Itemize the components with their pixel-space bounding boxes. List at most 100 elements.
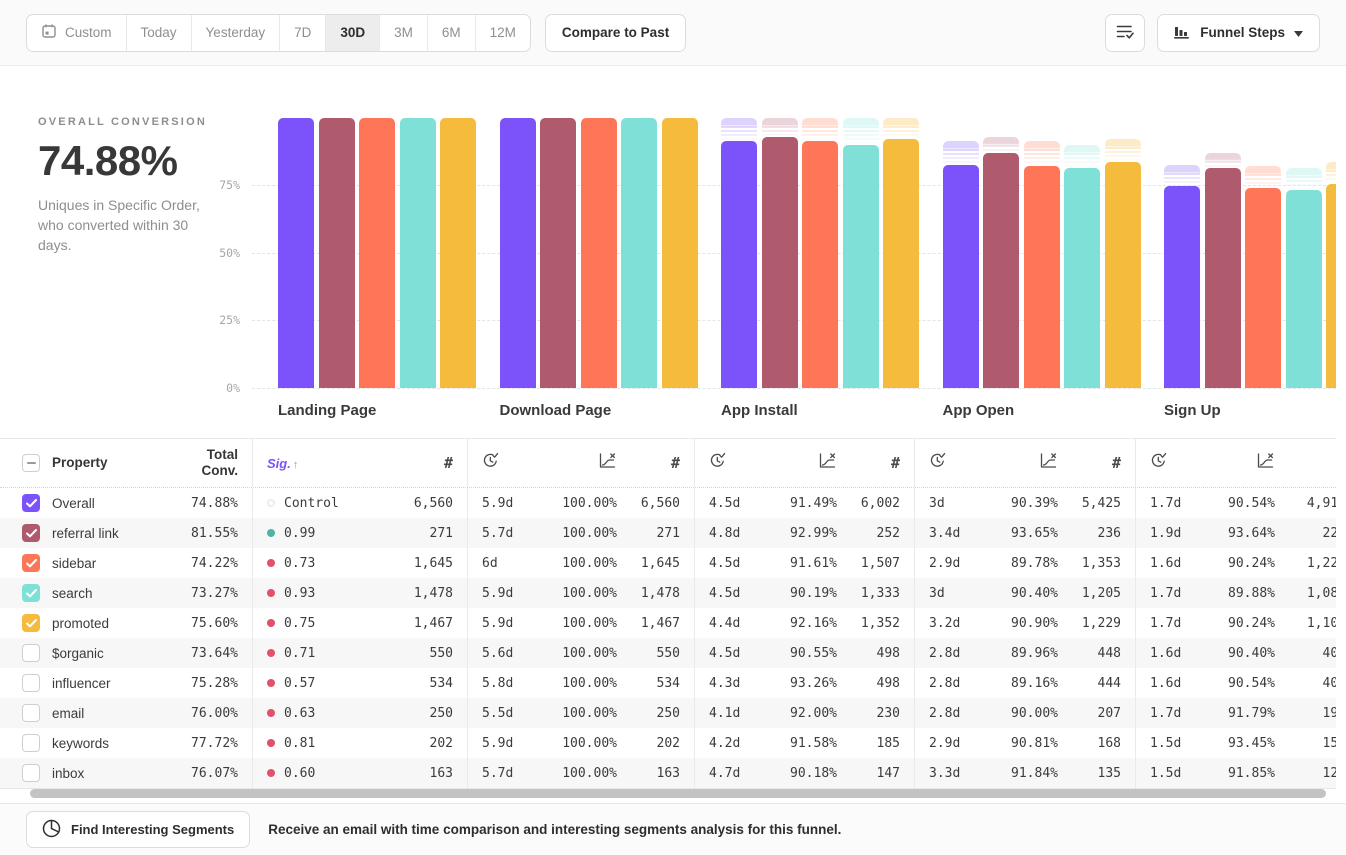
count-column-header[interactable]: # [361, 454, 467, 472]
bar-referral-link[interactable] [1205, 168, 1241, 388]
conversion-rate-value: 100.00% [528, 556, 617, 571]
conversion-rate-value: 100.00% [528, 586, 617, 601]
dropoff-cap-search [843, 118, 879, 144]
date-range-yesterday[interactable]: Yesterday [192, 15, 281, 51]
bar-search[interactable] [1286, 190, 1322, 388]
bar-Overall[interactable] [721, 141, 757, 388]
bar-sidebar[interactable] [802, 141, 838, 388]
bar-referral-link[interactable] [319, 118, 355, 388]
rate-column-header[interactable] [975, 452, 1058, 474]
conversion-rate-icon [818, 456, 837, 473]
date-range-selector: CustomTodayYesterday7D30D3M6M 12M [26, 14, 531, 52]
bar-sidebar[interactable] [1024, 166, 1060, 388]
bar-Overall[interactable] [1164, 186, 1200, 388]
property-label: promoted [46, 616, 176, 631]
row-checkbox[interactable] [22, 494, 40, 512]
header-group-step2: # [467, 439, 694, 487]
avg-time-value: 5.9d [468, 496, 528, 511]
date-range-custom[interactable]: Custom [27, 15, 127, 51]
time-column-header[interactable] [468, 452, 528, 474]
checkbox-cell [0, 584, 46, 602]
row-checkbox[interactable] [22, 644, 40, 662]
bar-promoted[interactable] [883, 139, 919, 388]
bar-referral-link[interactable] [983, 153, 1019, 388]
count-value: 1,109 [1275, 616, 1336, 631]
step5-cells: 1.5d91.85%124 [1135, 758, 1336, 788]
summary-description: Uniques in Specific Order, who converted… [38, 196, 216, 256]
date-range-30d[interactable]: 30D [326, 15, 380, 51]
step2-cells: 5.7d100.00%163 [467, 758, 694, 788]
conversion-rate-icon [598, 456, 617, 473]
select-all-checkbox[interactable] [22, 454, 40, 472]
bar-referral-link[interactable] [762, 137, 798, 388]
y-axis-tick: 50% [196, 246, 240, 260]
bar-search[interactable] [400, 118, 436, 388]
rate-column-header[interactable] [1196, 452, 1275, 474]
count-value: 1,353 [1058, 556, 1135, 571]
time-column-header[interactable] [915, 452, 975, 474]
compare-to-past-button[interactable]: Compare to Past [545, 14, 686, 52]
time-column-header[interactable] [695, 452, 755, 474]
bar-referral-link[interactable] [540, 118, 576, 388]
date-range-3m[interactable]: 3M [380, 15, 428, 51]
row-checkbox[interactable] [22, 764, 40, 782]
avg-time-value: 6d [468, 556, 528, 571]
bar-sidebar[interactable] [359, 118, 395, 388]
row-checkbox[interactable] [22, 674, 40, 692]
row-checkbox[interactable] [22, 584, 40, 602]
row-checkbox[interactable] [22, 524, 40, 542]
avg-time-value: 2.9d [915, 736, 975, 751]
bar-Overall[interactable] [943, 165, 979, 388]
rate-column-header[interactable] [755, 452, 837, 474]
row-checkbox[interactable] [22, 614, 40, 632]
row-checkbox[interactable] [22, 734, 40, 752]
avg-time-value: 3d [915, 496, 975, 511]
row-checkbox[interactable] [22, 554, 40, 572]
conversion-rate-value: 90.55% [755, 646, 837, 661]
date-range-7d[interactable]: 7D [280, 15, 326, 51]
step3-cells: 4.4d92.16%1,352 [694, 608, 914, 638]
avg-time-value: 2.8d [915, 676, 975, 691]
date-range-label: 12M [490, 25, 516, 40]
total-conv-column-header[interactable]: Total Conv. [176, 447, 252, 478]
count-column-header[interactable]: # [837, 454, 914, 472]
count-value: 147 [837, 766, 914, 781]
conversion-rate-value: 90.54% [1196, 496, 1275, 511]
date-range-today[interactable]: Today [127, 15, 192, 51]
find-interesting-segments-button[interactable]: Find Interesting Segments [26, 811, 250, 848]
count-column-header[interactable]: # [1275, 454, 1336, 472]
significance-cell: 0.93 [253, 586, 361, 601]
count-column-header[interactable]: # [617, 454, 694, 472]
bar-sidebar[interactable] [581, 118, 617, 388]
bar-promoted[interactable] [440, 118, 476, 388]
bar-Overall[interactable] [500, 118, 536, 388]
count-column-header[interactable]: # [1058, 454, 1135, 472]
bar-search[interactable] [621, 118, 657, 388]
sig-column-header[interactable]: Sig.↑ [253, 456, 361, 471]
step-group-sign-up: Sign Up [1164, 118, 1336, 388]
bar-promoted[interactable] [662, 118, 698, 388]
time-column-header[interactable] [1136, 452, 1196, 474]
list-options-button[interactable] [1105, 14, 1145, 52]
list-check-icon [1116, 23, 1134, 43]
bar-promoted[interactable] [1105, 162, 1141, 388]
bar-slot [762, 118, 798, 388]
header-group-step1: Sig.↑# [252, 439, 467, 487]
rate-column-header[interactable] [528, 452, 617, 474]
date-range-12m[interactable]: 12M [476, 15, 530, 51]
bar-promoted[interactable] [1326, 184, 1336, 388]
row-checkbox[interactable] [22, 704, 40, 722]
bar-sidebar[interactable] [1245, 188, 1281, 388]
bar-Overall[interactable] [278, 118, 314, 388]
horizontal-scrollbar[interactable] [30, 789, 1326, 798]
funnel-steps-dropdown[interactable]: Funnel Steps [1157, 14, 1320, 52]
dropoff-cap-sidebar [1024, 141, 1060, 166]
step-label: Sign Up [1164, 402, 1221, 419]
date-range-6m[interactable]: 6M [428, 15, 476, 51]
bar-search[interactable] [843, 145, 879, 389]
header-checkbox-cell [0, 454, 46, 472]
bar-search[interactable] [1064, 168, 1100, 388]
table-row-referral-link: referral link81.55%0.992715.7d100.00%271… [0, 518, 1336, 548]
property-column-header[interactable]: Property [46, 455, 176, 471]
step1-cells: Control6,560 [252, 488, 467, 518]
